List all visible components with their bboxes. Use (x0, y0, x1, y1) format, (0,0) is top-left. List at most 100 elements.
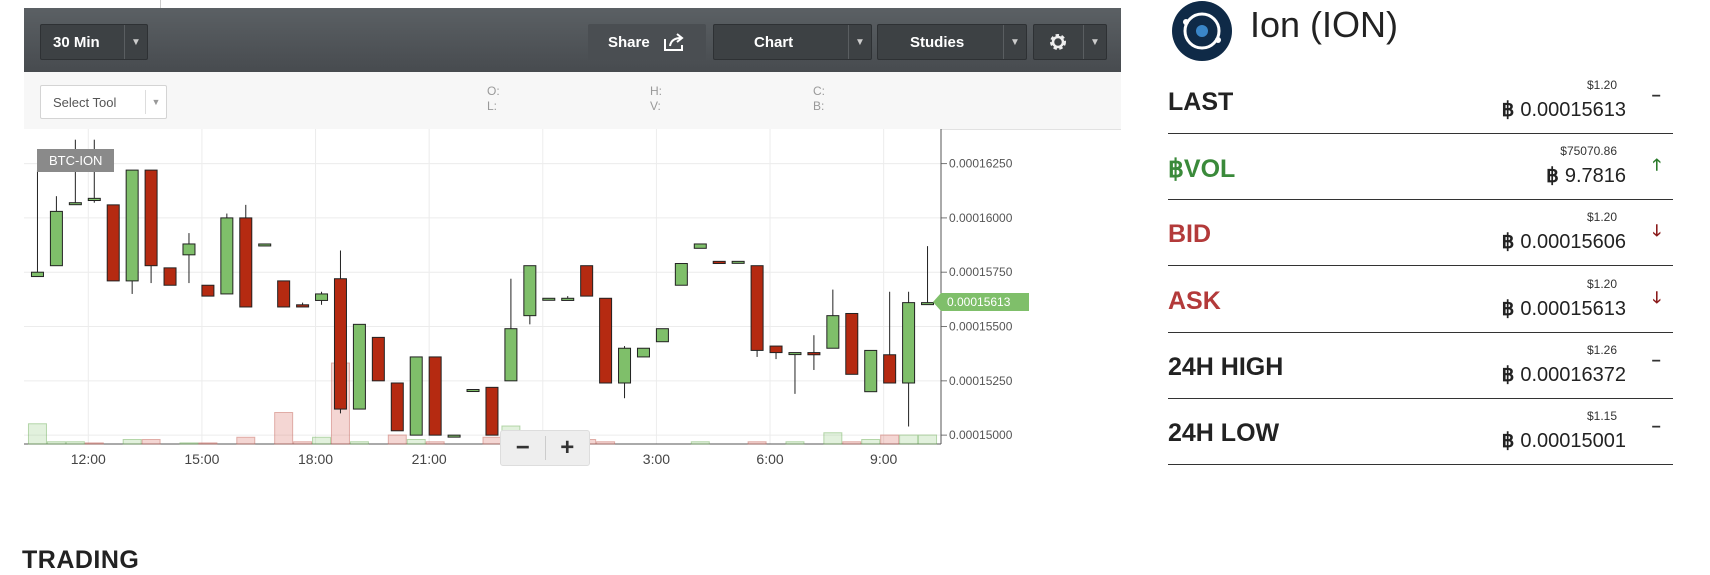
candle-body (788, 352, 802, 356)
volume-bar (27, 423, 47, 445)
x-tick-label: 15:00 (184, 451, 219, 467)
chevron-down-icon: ▼ (124, 25, 147, 59)
y-tick-label: 0.00015750 (949, 265, 1013, 279)
stat-name: 24H HIGH (1168, 353, 1284, 381)
volume-bar (293, 441, 313, 445)
stat-btc-value: ฿ 9.7816 (1546, 163, 1626, 188)
candle-body (580, 265, 594, 297)
candle-body (447, 434, 461, 438)
stat-row-24h-high: 24H HIGH $1.26 ฿ 0.00016372 − (1168, 333, 1673, 399)
candle-body (504, 328, 518, 382)
ohlc-info-bar: Select Tool ▼ O: L: H: V: C: B: (24, 72, 1121, 130)
candle-body (163, 267, 177, 286)
volume-bar (823, 432, 843, 445)
stat-usd-value: $1.20 (1586, 277, 1617, 291)
volume-bar (349, 441, 369, 445)
stat-trend-icon: 🡓 (1652, 223, 1661, 240)
close-b-readout: C: B: (813, 84, 825, 114)
zoom-out-button[interactable]: − (501, 434, 545, 462)
stat-btc-value: ฿ 0.00015001 (1502, 428, 1626, 453)
candle-body (258, 243, 272, 247)
volume-bar (236, 436, 256, 445)
zoom-in-button[interactable]: + (546, 434, 590, 462)
candle-body (30, 271, 44, 278)
volume-bar (747, 441, 767, 445)
select-tool-dropdown[interactable]: Select Tool ▼ (40, 85, 167, 119)
candle-body (333, 278, 347, 410)
share-button[interactable]: Share (588, 24, 706, 60)
stat-btc-value: ฿ 0.00015613 (1502, 97, 1626, 122)
candle-body (277, 280, 291, 308)
candle-body (731, 260, 745, 264)
volume-bar (198, 442, 218, 445)
stat-btc-amount: 0.00015606 (1520, 231, 1626, 253)
trading-section-title: TRADING (22, 546, 140, 574)
candle-body (201, 284, 215, 297)
candle-body (125, 169, 139, 282)
candle-body (542, 297, 556, 301)
volume-bar (785, 441, 805, 445)
candle-body (599, 297, 613, 384)
stat-usd-value: $1.26 (1586, 343, 1617, 357)
chevron-down-icon: ▼ (848, 25, 871, 59)
volume-bar (842, 441, 862, 445)
pair-tag: BTC-ION (37, 149, 115, 172)
stat-btc-amount: 0.00015613 (1520, 99, 1626, 121)
chart-toolbar: 30 Min ▼ Share Chart ▼ Studies ▼ ▼ (24, 8, 1121, 72)
gear-icon (1050, 34, 1066, 50)
y-tick-label: 0.00015250 (949, 374, 1013, 388)
candle-body (409, 356, 423, 436)
open-label: O: (487, 84, 500, 98)
high-label: H: (650, 84, 662, 98)
bitcoin-icon: ฿ (1501, 430, 1515, 452)
share-icon (663, 33, 684, 51)
stat-trend-icon: 🡑 (1652, 157, 1661, 174)
top-border (0, 0, 161, 8)
stat-name: ฿VOL (1168, 155, 1236, 183)
volume-bar (482, 436, 502, 445)
candle-body (523, 265, 537, 317)
chart-type-dropdown[interactable]: Chart ▼ (713, 24, 872, 60)
bitcoin-icon: ฿ (1546, 165, 1559, 187)
share-label: Share (608, 33, 650, 51)
settings-dropdown[interactable]: ▼ (1033, 24, 1107, 60)
ion-coin-logo (1172, 1, 1232, 61)
stat-usd-value: $1.15 (1586, 409, 1617, 423)
bitcoin-icon: ฿ (1501, 298, 1515, 320)
stat-usd-value: $1.20 (1586, 78, 1617, 92)
candle-body (561, 297, 575, 301)
candle-body (144, 169, 158, 267)
last-price-label: 0.00015613 (947, 295, 1011, 309)
candle-body (655, 328, 669, 343)
stat-trend-icon: − (1651, 419, 1661, 436)
studies-dropdown[interactable]: Studies ▼ (877, 24, 1027, 60)
stat-btc-value: ฿ 0.00015613 (1502, 296, 1626, 321)
volume-bar (690, 441, 710, 445)
candle-body (864, 349, 878, 393)
candle-body (220, 217, 234, 295)
x-tick-label: 9:00 (870, 451, 897, 467)
y-tick-label: 0.00015000 (949, 428, 1013, 442)
stat-name: LAST (1168, 88, 1234, 116)
high-volume-readout: H: V: (650, 84, 662, 114)
open-low-readout: O: L: (487, 84, 500, 114)
volume-label: V: (650, 99, 661, 113)
stat-trend-icon: 🡓 (1652, 290, 1661, 307)
candle-body (485, 386, 499, 436)
b-label: B: (813, 99, 825, 113)
low-label: L: (487, 99, 498, 113)
candle-body (921, 302, 935, 306)
candle-body (315, 293, 329, 301)
candle-body (769, 345, 783, 354)
interval-dropdown[interactable]: 30 Min ▼ (40, 24, 148, 60)
candle-body (106, 204, 120, 282)
volume-bar (596, 441, 616, 445)
candle-body (352, 323, 366, 410)
volume-bar (918, 434, 938, 445)
candle-body (68, 202, 82, 206)
y-tick-label: 0.00016000 (949, 211, 1013, 225)
close-label: C: (813, 84, 825, 98)
candle-body (371, 336, 385, 382)
studies-label: Studies (910, 33, 965, 51)
volume-bar (880, 434, 900, 445)
